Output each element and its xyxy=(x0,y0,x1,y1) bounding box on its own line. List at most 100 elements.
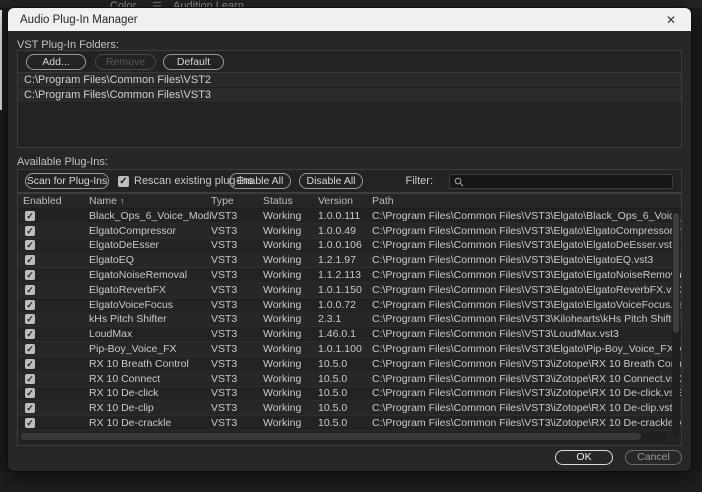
table-row[interactable]: ✓ RX 10 De-click VST3 Working 10.5.0 C:\… xyxy=(18,386,681,402)
plugin-type: VST3 xyxy=(211,387,238,400)
remove-folder-button: Remove xyxy=(95,54,156,70)
column-header-version[interactable]: Version xyxy=(318,195,372,207)
plugin-version: 10.5.0 xyxy=(318,402,348,415)
default-folder-button[interactable]: Default xyxy=(163,54,224,70)
row-enabled-checkbox[interactable]: ✓ xyxy=(25,255,35,266)
add-folder-button[interactable]: Add... xyxy=(26,54,86,70)
row-enabled-checkbox[interactable]: ✓ xyxy=(25,314,35,325)
plugin-version: 1.0.0.106 xyxy=(318,239,362,252)
plugin-status: Working xyxy=(263,224,302,237)
plugin-name: RX 10 Breath Control xyxy=(89,357,189,370)
plugin-status: Working xyxy=(263,343,302,356)
folder-list: C:\Program Files\Common Files\VST2 C:\Pr… xyxy=(18,73,681,103)
row-enabled-checkbox[interactable]: ✓ xyxy=(25,225,35,236)
column-header-status[interactable]: Status xyxy=(263,195,318,207)
plugin-version: 1.0.0.72 xyxy=(318,298,356,311)
plugin-name: RX 10 De-crackle xyxy=(89,417,172,430)
plugin-path: C:\Program Files\Common Files\VST3\Elgat… xyxy=(372,283,681,296)
enable-all-button[interactable]: Enable All xyxy=(229,173,291,189)
dialog-titlebar[interactable]: Audio Plug-In Manager ✕ xyxy=(8,8,691,31)
plugin-version: 10.5.0 xyxy=(318,372,348,385)
column-header-path[interactable]: Path xyxy=(372,195,681,207)
plugin-type: VST3 xyxy=(211,298,238,311)
plugin-name: ElgatoDeEsser xyxy=(89,239,160,252)
table-row[interactable]: ✓ RX 10 Breath Control VST3 Working 10.5… xyxy=(18,356,681,372)
table-row[interactable]: ✓ ElgatoVoiceFocus VST3 Working 1.0.0.72… xyxy=(18,297,681,313)
table-row[interactable]: ✓ LoudMax VST3 Working 1.46.0.1 C:\Progr… xyxy=(18,327,681,343)
column-header-enabled[interactable]: Enabled xyxy=(23,195,89,207)
background-app-bottom xyxy=(0,472,702,492)
rescan-checkbox[interactable]: ✓ xyxy=(118,176,129,187)
plugin-version: 2.3.1 xyxy=(318,313,342,326)
plugin-status: Working xyxy=(263,313,302,326)
column-header-name[interactable]: Name ↑ xyxy=(89,195,211,207)
plugin-status: Working xyxy=(263,417,302,430)
row-enabled-checkbox[interactable]: ✓ xyxy=(25,240,35,251)
plugin-type: VST3 xyxy=(211,254,238,267)
row-enabled-checkbox[interactable]: ✓ xyxy=(25,418,35,429)
table-row[interactable]: ✓ RX 10 De-clip VST3 Working 10.5.0 C:\P… xyxy=(18,401,681,417)
table-row[interactable]: ✓ kHs Pitch Shifter VST3 Working 2.3.1 C… xyxy=(18,312,681,328)
plugin-type: VST3 xyxy=(211,224,238,237)
table-row[interactable]: ✓ Black_Ops_6_Voice_Modifier-1 VST3 Work… xyxy=(18,209,681,224)
close-icon[interactable]: ✕ xyxy=(663,12,679,28)
table-row[interactable]: ✓ RX 10 De-crackle VST3 Working 10.5.0 C… xyxy=(18,416,681,431)
plugin-path: C:\Program Files\Common Files\VST3\Elgat… xyxy=(372,343,681,356)
plugin-path: C:\Program Files\Common Files\VST3\iZoto… xyxy=(372,402,679,415)
folder-path-row[interactable]: C:\Program Files\Common Files\VST3 xyxy=(18,88,681,103)
table-row[interactable]: ✓ ElgatoReverbFX VST3 Working 1.0.1.150 … xyxy=(18,282,681,298)
row-enabled-checkbox[interactable]: ✓ xyxy=(25,388,35,399)
table-row[interactable]: ✓ Pip-Boy_Voice_FX VST3 Working 1.0.1.10… xyxy=(18,342,681,357)
ok-button[interactable]: OK xyxy=(555,450,613,465)
table-header-row: Enabled Name ↑ Type Status Version Path xyxy=(18,194,681,209)
row-enabled-checkbox[interactable]: ✓ xyxy=(25,329,35,340)
horizontal-scrollbar-thumb[interactable] xyxy=(21,433,641,440)
plugin-name: ElgatoVoiceFocus xyxy=(89,298,174,311)
plugin-version: 10.5.0 xyxy=(318,387,348,400)
vst-folders-panel: Add... Remove Default C:\Program Files\C… xyxy=(17,50,682,148)
row-enabled-checkbox[interactable]: ✓ xyxy=(25,284,35,295)
plugin-path: C:\Program Files\Common Files\VST3\Elgat… xyxy=(372,269,681,282)
plugin-version: 1.0.1.150 xyxy=(318,283,362,296)
plugin-name: ElgatoCompressor xyxy=(89,224,176,237)
plugin-path: C:\Program Files\Common Files\VST3\iZoto… xyxy=(372,417,681,430)
row-enabled-checkbox[interactable]: ✓ xyxy=(25,373,35,384)
folder-path-row[interactable]: C:\Program Files\Common Files\VST2 xyxy=(18,73,681,88)
row-enabled-checkbox[interactable]: ✓ xyxy=(25,403,35,414)
vertical-scrollbar-thumb[interactable] xyxy=(673,213,679,333)
plugin-path: C:\Program Files\Common Files\VST3\Kiloh… xyxy=(372,313,681,326)
audio-plugin-manager-dialog: Audio Plug-In Manager ✕ VST Plug-In Fold… xyxy=(8,8,691,471)
plugin-path: C:\Program Files\Common Files\VST3\iZoto… xyxy=(372,372,681,385)
plugin-name: LoudMax xyxy=(89,328,133,341)
filter-label: Filter: xyxy=(405,175,434,187)
plugin-path: C:\Program Files\Common Files\VST3\LoudM… xyxy=(372,328,619,341)
table-row[interactable]: ✓ ElgatoCompressor VST3 Working 1.0.0.49… xyxy=(18,223,681,239)
plugin-path: C:\Program Files\Common Files\VST3\Elgat… xyxy=(372,224,681,237)
plugin-path: C:\Program Files\Common Files\VST3\iZoto… xyxy=(372,387,681,400)
row-enabled-checkbox[interactable]: ✓ xyxy=(25,358,35,369)
cancel-button[interactable]: Cancel xyxy=(625,450,682,465)
row-enabled-checkbox[interactable]: ✓ xyxy=(25,210,35,221)
plugin-name: kHs Pitch Shifter xyxy=(89,313,167,326)
plugin-status: Working xyxy=(263,372,302,385)
plugin-name: ElgatoNoiseRemoval xyxy=(89,269,188,282)
plugin-type: VST3 xyxy=(211,239,238,252)
plugin-status: Working xyxy=(263,387,302,400)
plugin-type: VST3 xyxy=(211,417,238,430)
disable-all-button[interactable]: Disable All xyxy=(299,173,363,189)
table-row[interactable]: ✓ ElgatoNoiseRemoval VST3 Working 1.1.2.… xyxy=(18,268,681,283)
menu-icon: ☰ xyxy=(152,1,162,8)
plugin-type: VST3 xyxy=(211,402,238,415)
plugin-version: 1.1.2.113 xyxy=(318,269,362,282)
table-row[interactable]: ✓ RX 10 Connect VST3 Working 10.5.0 C:\P… xyxy=(18,371,681,387)
row-enabled-checkbox[interactable]: ✓ xyxy=(25,299,35,310)
column-header-type[interactable]: Type xyxy=(211,195,263,207)
row-enabled-checkbox[interactable]: ✓ xyxy=(25,270,35,281)
table-row[interactable]: ✓ ElgatoDeEsser VST3 Working 1.0.0.106 C… xyxy=(18,238,681,254)
plugin-status: Working xyxy=(263,402,302,415)
plugin-version: 1.0.0.49 xyxy=(318,224,356,237)
table-row[interactable]: ✓ ElgatoEQ VST3 Working 1.2.1.97 C:\Prog… xyxy=(18,253,681,269)
row-enabled-checkbox[interactable]: ✓ xyxy=(25,344,35,355)
filter-input[interactable] xyxy=(449,174,673,189)
scan-for-plugins-button[interactable]: Scan for Plug-Ins xyxy=(25,173,109,189)
